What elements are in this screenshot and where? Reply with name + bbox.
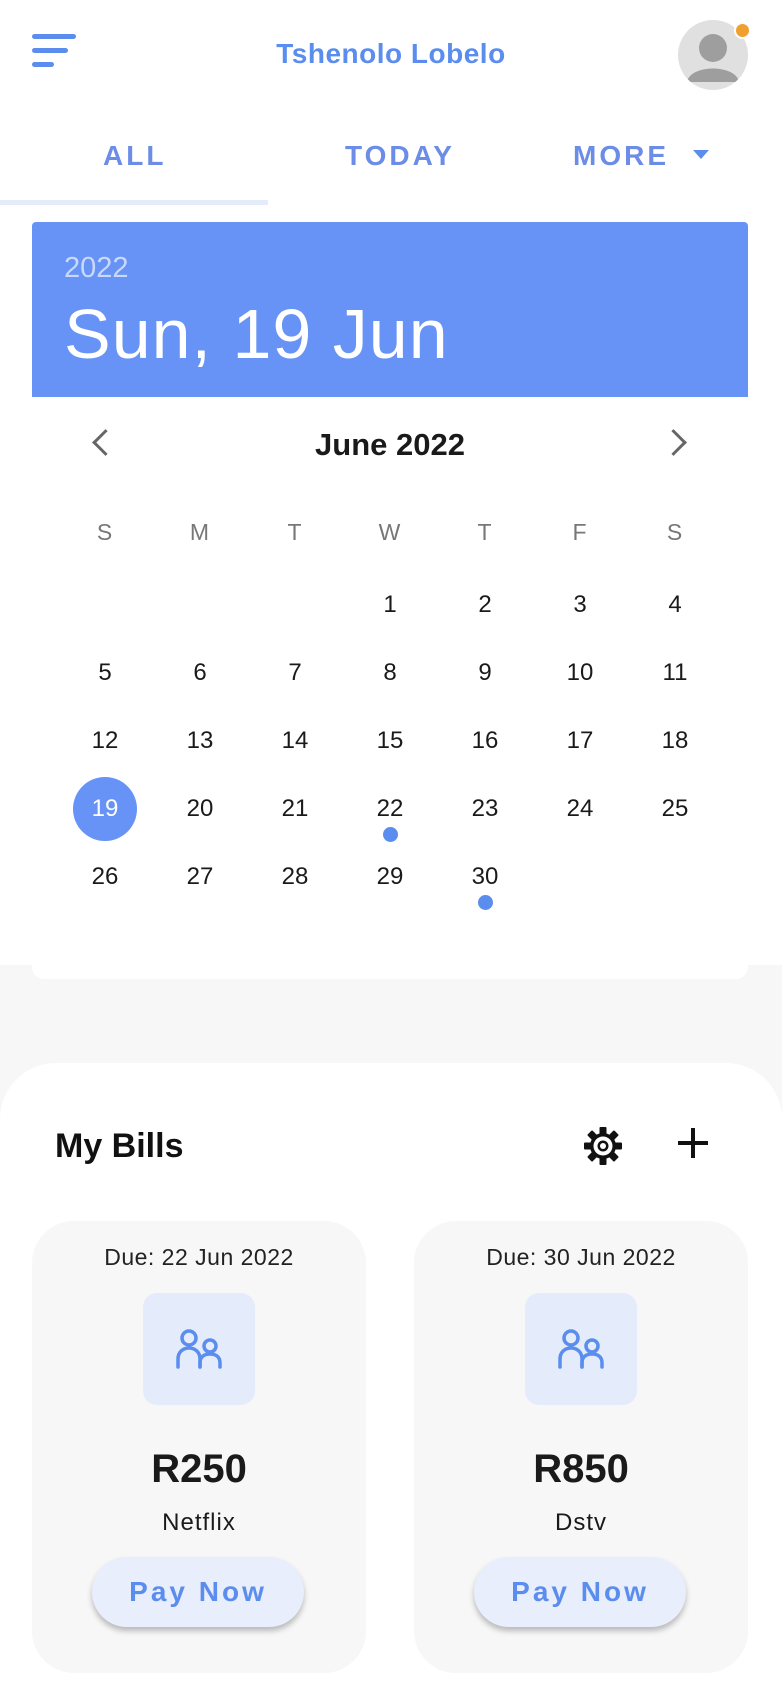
bill-card[interactable]: Due: 30 Jun 2022 R850 Dstv Pay Now — [414, 1221, 748, 1673]
calendar-day[interactable]: 1 — [358, 573, 422, 637]
bill-icon-box — [143, 1293, 255, 1405]
bill-amount: R850 — [533, 1447, 629, 1491]
calendar-day[interactable]: 17 — [548, 709, 612, 773]
weekday-label: M — [189, 519, 211, 545]
calendar-day[interactable]: 26 — [73, 845, 137, 909]
weekday-label: F — [572, 519, 588, 545]
tab-more[interactable]: MORE — [573, 140, 709, 172]
calendar-day[interactable]: 21 — [263, 777, 327, 841]
people-icon — [558, 1329, 604, 1369]
calendar-day[interactable]: 29 — [358, 845, 422, 909]
calendar-day[interactable]: 11 — [643, 641, 707, 705]
weekday-label: S — [666, 519, 684, 545]
notification-dot — [734, 22, 751, 39]
bill-name: Netflix — [162, 1509, 236, 1536]
tab-all[interactable]: ALL — [103, 140, 166, 172]
calendar-day[interactable]: 10 — [548, 641, 612, 705]
calendar-day[interactable]: 14 — [263, 709, 327, 773]
app-header: Tshenolo Lobelo — [0, 0, 782, 110]
pay-now-button[interactable]: Pay Now — [474, 1557, 686, 1627]
calendar-day[interactable]: 7 — [263, 641, 327, 705]
bill-due-date: Due: 30 Jun 2022 — [486, 1244, 676, 1270]
calendar-day[interactable]: 4 — [643, 573, 707, 637]
calendar-day[interactable]: 28 — [263, 845, 327, 909]
event-dot — [382, 827, 398, 842]
calendar-day[interactable]: 8 — [358, 641, 422, 705]
date-header: 2022 Sun, 19 Jun — [32, 222, 748, 397]
bills-title: My Bills — [55, 1127, 184, 1165]
plus-icon[interactable] — [676, 1126, 710, 1160]
calendar-day[interactable]: 20 — [168, 777, 232, 841]
bill-name: Dstv — [555, 1509, 607, 1536]
calendar-day[interactable]: 13 — [168, 709, 232, 773]
calendar-day[interactable]: 9 — [453, 641, 517, 705]
calendar-day[interactable]: 16 — [453, 709, 517, 773]
selected-date: Sun, 19 Jun — [64, 295, 449, 373]
bill-amount: R250 — [151, 1447, 247, 1491]
calendar-day[interactable]: 6 — [168, 641, 232, 705]
weekday-label: T — [477, 519, 493, 545]
tab-indicator — [0, 200, 268, 205]
calendar-day[interactable]: 24 — [548, 777, 612, 841]
event-dot — [477, 895, 493, 910]
calendar-day[interactable]: 15 — [358, 709, 422, 773]
bills-section: My Bills Due: 22 Jun 2022 R250 Netflix P… — [0, 1063, 782, 1703]
tab-today[interactable]: TODAY — [345, 140, 455, 172]
calendar-day[interactable]: 18 — [643, 709, 707, 773]
calendar-day-selected[interactable]: 19 — [73, 777, 137, 841]
calendar: June 2022 SMTWTFS 1 2 3 4 5 6 7 8 9 10 11 12 13 14 15 1… — [32, 397, 748, 979]
calendar-day[interactable]: 12 — [73, 709, 137, 773]
bill-card[interactable]: Due: 22 Jun 2022 R250 Netflix Pay Now — [32, 1221, 366, 1673]
people-icon — [176, 1329, 222, 1369]
gear-icon[interactable] — [582, 1125, 624, 1167]
month-label: June 2022 — [315, 427, 465, 462]
calendar-day[interactable]: 23 — [453, 777, 517, 841]
tab-bar: ALL TODAY MORE — [0, 110, 782, 206]
user-name: Tshenolo Lobelo — [276, 38, 506, 69]
weekday-label: S — [96, 519, 114, 545]
calendar-day[interactable]: 5 — [73, 641, 137, 705]
calendar-day[interactable]: 3 — [548, 573, 612, 637]
weekday-label: W — [378, 519, 402, 545]
bill-icon-box — [525, 1293, 637, 1405]
pay-now-button[interactable]: Pay Now — [92, 1557, 304, 1627]
calendar-day[interactable]: 2 — [453, 573, 517, 637]
calendar-day[interactable]: 25 — [643, 777, 707, 841]
weekday-label: T — [287, 519, 303, 545]
caret-down-icon — [693, 150, 709, 160]
bill-due-date: Due: 22 Jun 2022 — [104, 1244, 294, 1270]
selected-year[interactable]: 2022 — [64, 252, 129, 285]
tab-more-label: MORE — [573, 140, 669, 171]
calendar-day[interactable]: 27 — [168, 845, 232, 909]
